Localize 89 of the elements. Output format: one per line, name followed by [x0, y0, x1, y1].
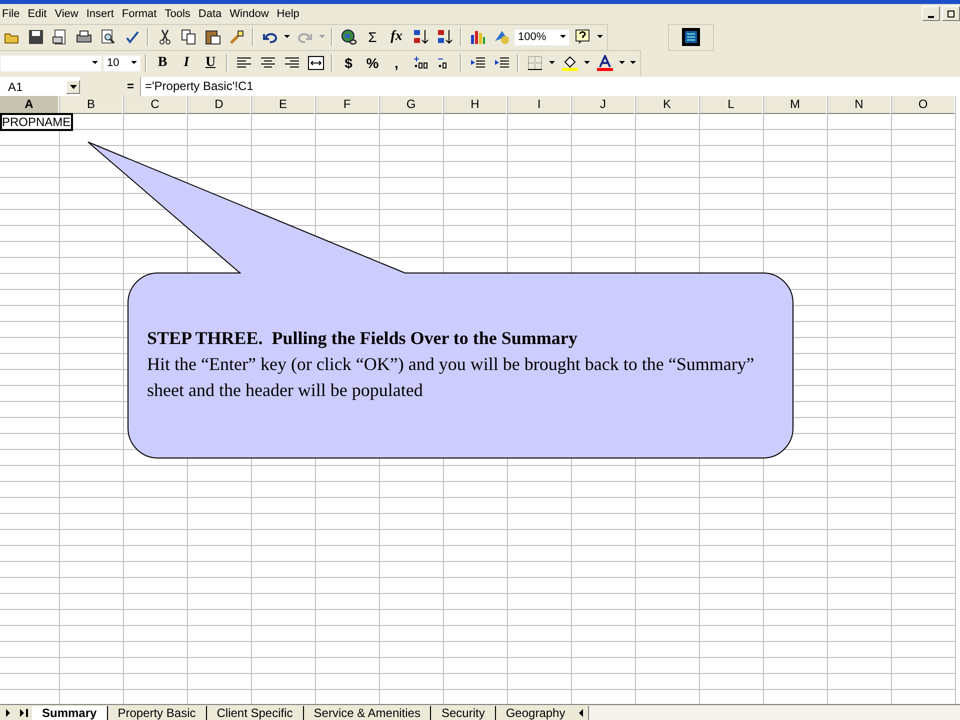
- spellcheck-icon: [124, 29, 140, 45]
- menu-item[interactable]: Data: [194, 8, 226, 20]
- comma-style-button[interactable]: ,: [385, 52, 408, 74]
- arrow-right-icon: [5, 708, 11, 716]
- document-icon: [682, 28, 700, 46]
- zoom-value: 100%: [518, 31, 546, 43]
- caret-icon: [131, 61, 137, 65]
- column-header[interactable]: M: [764, 96, 827, 114]
- shapes-icon: [494, 29, 510, 45]
- callout-heading: STEP THREE. Pulling the Fields Over to the Summary: [147, 327, 578, 350]
- caret-icon: [70, 84, 76, 88]
- equals-sign: =: [80, 77, 140, 96]
- caret-icon: [597, 35, 603, 39]
- column-header[interactable]: H: [444, 96, 507, 114]
- caret-icon: [319, 35, 325, 39]
- caret-icon: [560, 35, 566, 39]
- toolbar-button[interactable]: [679, 26, 703, 48]
- dropdown-button[interactable]: [66, 80, 80, 94]
- arrow-right-bar-icon: [20, 708, 28, 716]
- indent-icon: [470, 57, 484, 69]
- sheet-tab[interactable]: Summary: [32, 706, 108, 720]
- help-icon: [574, 29, 590, 45]
- document-icon: [52, 29, 68, 45]
- align-lines-icon: [236, 57, 250, 69]
- bold-button[interactable]: B: [151, 52, 174, 74]
- underline-button[interactable]: U: [199, 52, 222, 74]
- indent-icon: [494, 57, 508, 69]
- column-header[interactable]: L: [700, 96, 763, 114]
- copy-icon: [180, 29, 196, 45]
- column-header[interactable]: I: [508, 96, 571, 114]
- column-header[interactable]: D: [188, 96, 251, 114]
- zoom-dropdown[interactable]: 100%: [514, 28, 570, 46]
- bar-chart-icon: [470, 29, 486, 45]
- caret-icon: [549, 61, 555, 65]
- table-cell[interactable]: PROPNAME: [0, 113, 73, 131]
- sheet-tab[interactable]: Property Basic: [108, 706, 207, 720]
- brush-icon: [228, 29, 244, 45]
- menu-item[interactable]: Insert: [82, 8, 118, 20]
- caret-icon: [284, 35, 290, 39]
- restore-button[interactable]: [942, 6, 960, 21]
- sheet-tab[interactable]: Client Specific: [206, 706, 304, 720]
- floppy-icon: [28, 29, 44, 45]
- font-size-dropdown[interactable]: 10: [103, 54, 141, 72]
- column-header[interactable]: E: [252, 96, 315, 114]
- column-header[interactable]: B: [60, 96, 123, 114]
- minimize-button[interactable]: [922, 6, 940, 21]
- sort-descending-icon: [436, 29, 452, 45]
- menu-item[interactable]: Format: [118, 8, 161, 20]
- magnifier-icon: [100, 29, 116, 45]
- column-header[interactable]: C: [124, 96, 187, 114]
- percent-button[interactable]: %: [361, 52, 384, 74]
- menu-item[interactable]: Edit: [24, 8, 51, 20]
- arrow-left-icon: [578, 708, 582, 716]
- minimize-icon: [928, 16, 934, 18]
- scissors-icon: [156, 29, 172, 45]
- align-lines-icon: [284, 57, 298, 69]
- decimal-icon: [412, 56, 428, 70]
- column-header[interactable]: G: [380, 96, 443, 114]
- menu-item[interactable]: File: [0, 8, 24, 20]
- font-color-icon: [596, 55, 612, 71]
- merge-cells-icon: [308, 56, 324, 70]
- column-header[interactable]: J: [572, 96, 635, 114]
- column-header[interactable]: O: [892, 96, 955, 114]
- horizontal-scrollbar[interactable]: [588, 706, 960, 720]
- caret-icon: [92, 61, 98, 65]
- menu-item[interactable]: Help: [272, 8, 304, 20]
- globe-icon: [340, 29, 356, 45]
- column-header[interactable]: F: [316, 96, 379, 114]
- align-lines-icon: [260, 57, 274, 69]
- column-header[interactable]: N: [828, 96, 891, 114]
- clipboard-icon: [204, 29, 220, 45]
- currency-button[interactable]: $: [337, 52, 360, 74]
- column-header[interactable]: K: [636, 96, 699, 114]
- sort-ascending-icon: [412, 29, 428, 45]
- insert-function-button[interactable]: fx: [385, 26, 408, 48]
- column-header[interactable]: A: [0, 96, 59, 114]
- menu-item[interactable]: Window: [226, 8, 273, 20]
- menu-item[interactable]: Tools: [160, 8, 194, 20]
- printer-icon: [76, 29, 92, 45]
- font-size-value: 10: [107, 57, 120, 69]
- cell-reference: A1: [8, 80, 23, 94]
- caret-icon: [584, 61, 590, 65]
- callout-text: Hit the “Enter” key (or click “OK”) and you will be brought back to the “Summary” sheet and the header will be populated: [147, 353, 756, 402]
- autosum-button[interactable]: Σ: [361, 26, 384, 48]
- italic-button[interactable]: I: [175, 52, 198, 74]
- borders-icon: [528, 56, 542, 70]
- menu-item[interactable]: View: [50, 8, 82, 20]
- restore-icon: [947, 10, 955, 18]
- paint-bucket-icon: [562, 55, 578, 71]
